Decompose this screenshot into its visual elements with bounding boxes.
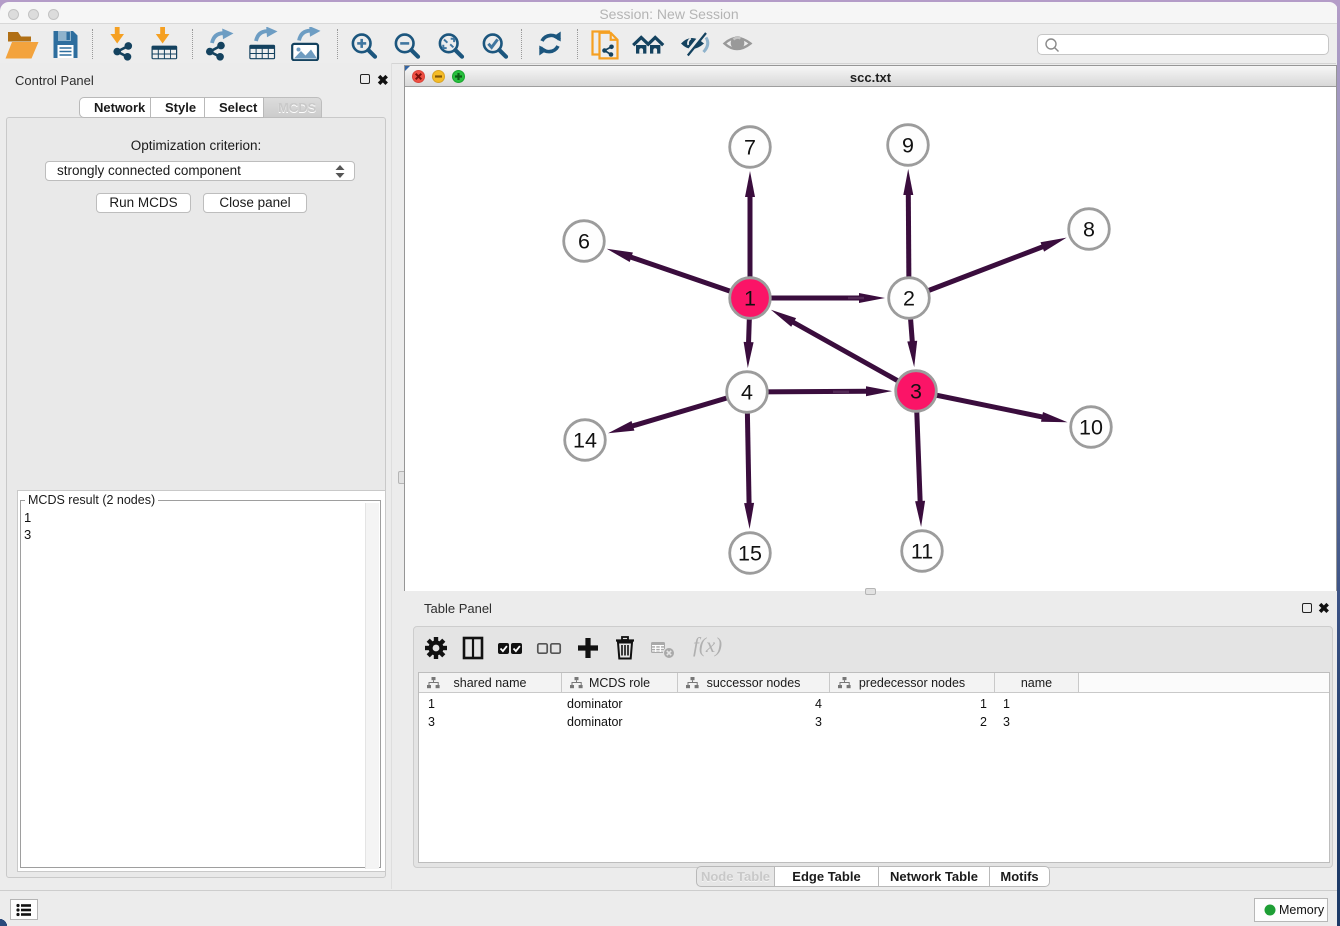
svg-text:4: 4 (741, 381, 753, 405)
svg-text:10: 10 (1079, 416, 1103, 440)
svg-text:11: 11 (911, 540, 933, 564)
svg-text:8: 8 (1083, 218, 1095, 242)
svg-text:2: 2 (903, 287, 915, 311)
svg-text:6: 6 (578, 230, 590, 254)
svg-text:9: 9 (902, 134, 914, 158)
svg-text:7: 7 (744, 136, 756, 160)
svg-text:15: 15 (738, 542, 762, 566)
svg-text:3: 3 (910, 380, 922, 404)
svg-text:1: 1 (744, 287, 756, 311)
svg-text:14: 14 (573, 429, 597, 453)
